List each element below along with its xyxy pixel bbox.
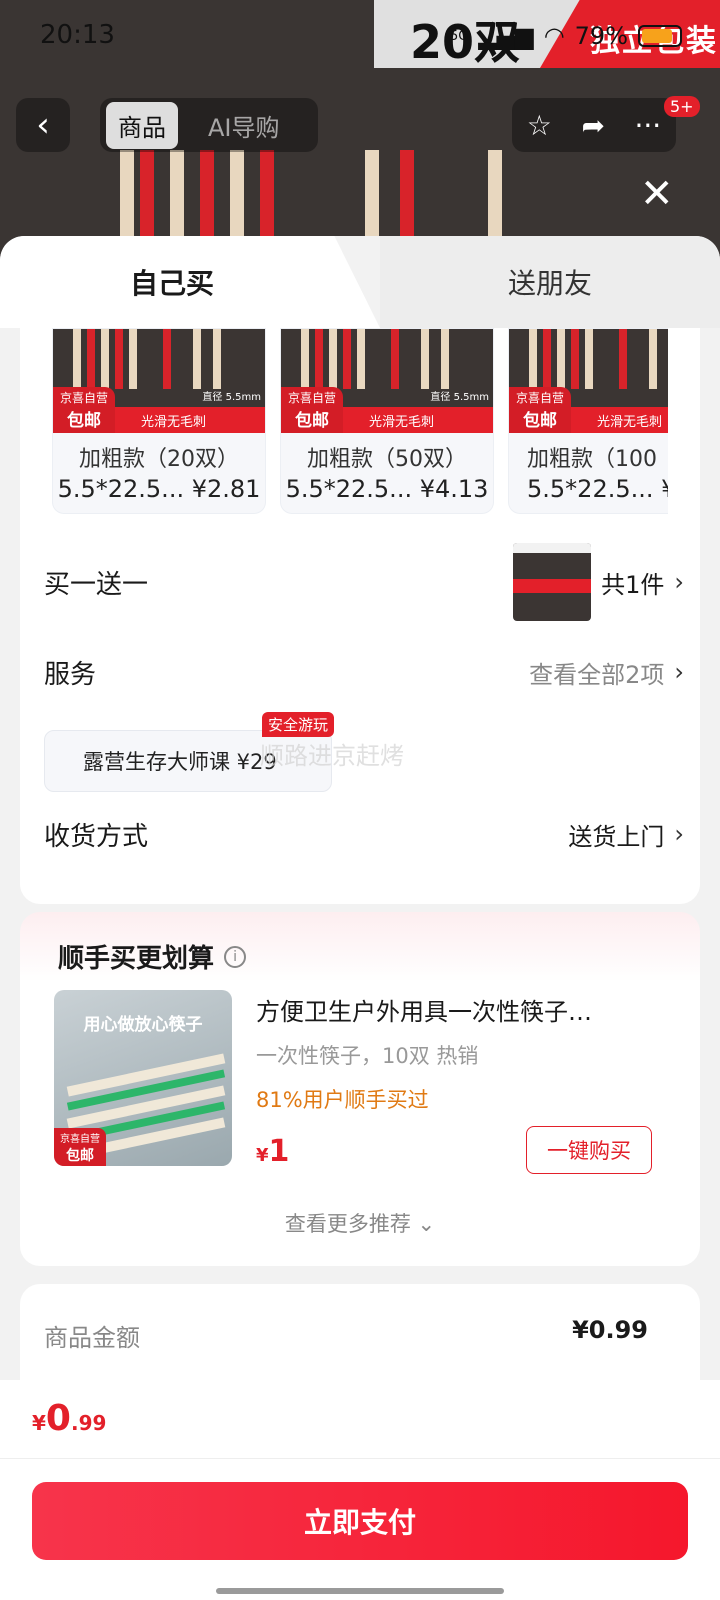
gift-count: 共1件 <box>601 570 665 599</box>
addon-image[interactable]: 用心做放心筷子 京喜自营 包邮 <box>54 990 232 1166</box>
service-row[interactable]: 服务 查看全部2项 › <box>44 642 684 702</box>
more-recommendations-link[interactable]: 查看更多推荐 ⌄ <box>20 1208 700 1238</box>
signal-icon: ▂▄▆ <box>478 22 534 50</box>
tab-ai-guide[interactable]: AI导购 <box>196 102 292 149</box>
self-operated-badge: 京喜自营 包邮 <box>54 1128 106 1166</box>
nav-tabs: 商品 AI导购 <box>100 98 318 152</box>
pay-bar: ¥0.99 立即支付 <box>0 1380 720 1600</box>
addon-spec: 一次性筷子，10双 热销 <box>256 1044 479 1068</box>
addon-image-heading: 用心做放心筷子 <box>83 1015 203 1035</box>
network-label: 5G <box>449 28 469 44</box>
divider <box>0 1458 720 1459</box>
summary-value: ¥0.99 <box>572 1316 648 1344</box>
variant-image: 光滑无毛刺 直径 5.5mm 京喜自营 包邮 <box>281 329 493 433</box>
tab-send-friend[interactable]: 送朋友 <box>380 236 720 328</box>
more-icon[interactable]: ··· <box>634 109 661 142</box>
tab-buy-self[interactable]: 自己买 <box>0 236 380 328</box>
variant-list: 光滑无毛刺 直径 5.5mm 京喜自营 包邮 加粗款（20双） 5.5*22.5.… <box>52 328 668 514</box>
chevron-right-icon: › <box>674 658 684 686</box>
variant-title: 加粗款（50双） <box>307 447 467 472</box>
summary-label: 商品金额 <box>44 1324 140 1352</box>
variant-option[interactable]: 光滑无毛刺 直径 5.5mm 京喜自营 包邮 加粗款（50双） 5.5*22.5.… <box>280 328 494 514</box>
self-operated-badge: 京喜自营 包邮 <box>509 387 571 433</box>
share-icon[interactable]: ➦ <box>581 109 604 142</box>
status-time: 20:13 <box>40 20 115 50</box>
service-chip-tag: 安全游玩 <box>262 712 335 737</box>
variant-image: 光滑无毛刺 直径 5.5mm 京喜自营 包邮 <box>53 329 265 433</box>
service-view-all: 查看全部2项 <box>529 660 665 689</box>
battery-icon <box>638 25 682 47</box>
variant-price: 5.5*22.5... ¥2.81 <box>57 475 261 503</box>
gift-thumbnail <box>513 543 592 621</box>
addon-rate: 81%用户顺手买过 <box>256 1088 429 1112</box>
variant-price: 5.5*22.5... ¥4.13 <box>285 475 489 503</box>
variant-option[interactable]: 光滑无毛刺 直径 5.5mm 京喜自营 包邮 加粗款（20双） 5.5*22.5.… <box>52 328 266 514</box>
order-card: 光滑无毛刺 直径 5.5mm 京喜自营 包邮 加粗款（20双） 5.5*22.5.… <box>20 328 700 904</box>
addon-title: 顺手买更划算 i <box>58 938 247 975</box>
variant-title: 加粗款（100 <box>527 447 657 472</box>
total-price: ¥0.99 <box>32 1398 107 1439</box>
battery-level: 79% <box>574 22 628 50</box>
variant-title: 加粗款（20双） <box>79 447 239 472</box>
variant-price: 5.5*22.5... ¥ <box>527 475 668 503</box>
variant-note: 直径 5.5mm <box>430 392 489 403</box>
back-button[interactable]: ‹ <box>16 98 70 152</box>
wifi-icon: ◠ <box>543 22 565 50</box>
variant-option[interactable]: 光滑无毛刺 京喜自营 包邮 加粗款（100 5.5*22.5... ¥ <box>508 328 668 514</box>
variant-note: 直径 5.5mm <box>202 392 261 403</box>
addon-product-name[interactable]: 方便卫生户外用具一次性筷子… <box>256 992 646 1027</box>
message-count-badge: 5+ <box>664 96 700 117</box>
star-icon[interactable]: ☆ <box>527 109 552 142</box>
pay-now-button[interactable]: 立即支付 <box>32 1482 688 1560</box>
addon-price: ¥1 <box>256 1134 290 1169</box>
one-click-buy-button[interactable]: 一键购买 <box>526 1126 652 1174</box>
tab-product[interactable]: 商品 <box>106 101 178 149</box>
self-operated-badge: 京喜自营 包邮 <box>53 387 115 433</box>
purchase-tabs: 自己买 送朋友 <box>0 236 720 328</box>
service-label: 服务 <box>44 659 97 690</box>
self-operated-badge: 京喜自营 包邮 <box>281 387 343 433</box>
close-icon[interactable]: ✕ <box>640 174 674 214</box>
watermark-text: 顺路进京赶烤 <box>260 742 404 770</box>
status-icons: 5G ▂▄▆ ◠ 79% <box>450 22 682 50</box>
addon-card: 顺手买更划算 i 用心做放心筷子 京喜自营 包邮 方便卫生户外用具一次性筷子… 一… <box>20 912 700 1266</box>
info-icon[interactable]: i <box>224 945 247 968</box>
variant-image: 光滑无毛刺 京喜自营 包邮 <box>509 329 668 433</box>
delivery-value: 送货上门 <box>568 822 665 851</box>
bogo-row[interactable]: 买一送一 共1件 › <box>44 543 684 621</box>
home-indicator[interactable] <box>216 1588 504 1594</box>
chevron-right-icon: › <box>674 568 684 596</box>
bogo-label: 买一送一 <box>44 569 149 600</box>
delivery-row[interactable]: 收货方式 送货上门 › <box>44 804 684 864</box>
chevron-left-icon: ‹ <box>36 105 50 145</box>
chevron-right-icon: › <box>674 820 684 848</box>
nav-actions: ☆ ➦ ··· <box>512 98 676 152</box>
delivery-label: 收货方式 <box>44 821 149 852</box>
